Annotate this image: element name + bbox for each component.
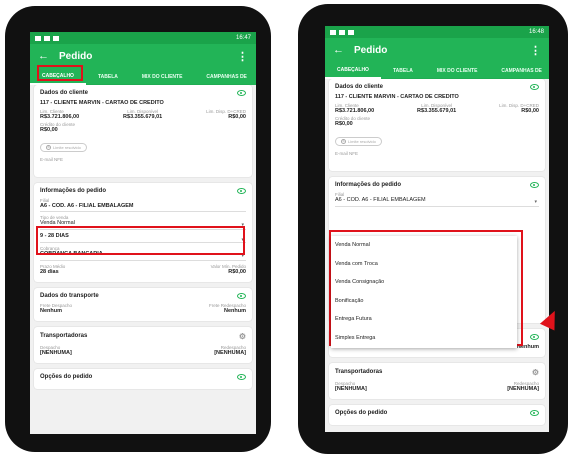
- value-credito: R$0,00: [40, 127, 58, 133]
- gear-icon[interactable]: ⚙: [532, 368, 539, 377]
- dropdown-option[interactable]: Entrega Futura: [331, 310, 517, 329]
- label-frete-redesp: Frete Redespacho: [208, 302, 246, 308]
- status-icons: [330, 29, 354, 35]
- tab-tabela[interactable]: TABELA: [381, 62, 425, 79]
- value-lim-cliente: R$3.721.806,00: [335, 108, 375, 114]
- tipo-venda-dropdown: Venda Normal Venda com Troca Venda Consi…: [331, 236, 517, 348]
- filial-field[interactable]: Filial A6 - COD. A6 - FILIAL EMBALAGEM: [40, 198, 246, 212]
- label-prazo-medio: Prazo Médio: [40, 263, 66, 269]
- tab-mix-do-cliente[interactable]: MIX DO CLIENTE: [425, 62, 490, 79]
- label-email: E-mail NFE: [40, 156, 64, 162]
- cliente-name: 117 - CLIENTE MARVIN - CARTAO DE CREDITO: [40, 100, 164, 106]
- eye-icon[interactable]: [530, 181, 539, 188]
- value-credito: R$0,00: [335, 121, 353, 127]
- value-tipo-venda: Venda Normal: [40, 219, 75, 226]
- limite-pill[interactable]: $ Limite resolvido: [335, 136, 382, 146]
- value-frete-desp: Nenhum: [40, 307, 62, 314]
- tab-campanhas[interactable]: CAMPANHAS DE: [194, 68, 256, 85]
- eye-icon[interactable]: [237, 90, 246, 96]
- cliente-name: 117 - CLIENTE MARVIN - CARTAO DE CREDITO: [335, 94, 459, 100]
- gear-icon[interactable]: ⚙: [239, 332, 246, 341]
- tab-campanhas[interactable]: CAMPANHAS DE: [489, 62, 549, 79]
- overflow-menu-icon[interactable]: ⋮: [530, 44, 541, 57]
- dropdown-caret-icon: ▾: [534, 198, 537, 205]
- card-title: Informações do pedido: [335, 181, 402, 188]
- value-prazo-medio: 28 dias: [40, 268, 59, 275]
- card-title: Informações do pedido: [40, 187, 107, 194]
- card-title: Opções do pedido: [335, 409, 388, 416]
- card-transportadoras: Transportadoras ⚙ Despacho [NENHUMA] Redes…: [34, 326, 252, 363]
- card-opcoes: Opções do pedido: [329, 404, 545, 425]
- filial-field[interactable]: Filial A6 - COD. A6 - FILIAL EMBALAGEM ▾: [335, 192, 539, 207]
- tab-mix-do-cliente[interactable]: MIX DO CLIENTE: [130, 68, 195, 85]
- screen-right: 16:48 ← Pedido ⋮ CABEÇALHO TABELA MIX DO…: [325, 26, 549, 432]
- app-bar: ← Pedido ⋮: [325, 38, 549, 62]
- eye-icon[interactable]: [237, 373, 246, 380]
- pill-label: Limite resolvido: [53, 144, 81, 150]
- value-lim-disp: R$3.355.679,01: [417, 108, 457, 114]
- status-bar: 16:48: [325, 26, 549, 38]
- eye-icon[interactable]: [237, 292, 246, 299]
- dropdown-option[interactable]: Venda Consignação: [331, 273, 517, 292]
- value-despacho: [NENHUMA]: [335, 385, 367, 392]
- dropdown-option[interactable]: Simples Entrega: [331, 329, 517, 348]
- eye-icon[interactable]: [530, 84, 539, 90]
- status-time: 16:48: [528, 29, 544, 35]
- card-opcoes: Opções do pedido: [34, 368, 252, 389]
- card-transporte: Dados do transporte Frete Despacho Nenhum…: [34, 287, 252, 321]
- value-filial: A6 - COD. A6 - FILIAL EMBALAGEM: [40, 202, 134, 208]
- dollar-icon: $: [341, 138, 346, 144]
- value-frete-redesp: Nenhum: [224, 307, 246, 314]
- card-title: Transportadoras: [40, 333, 88, 339]
- dropdown-option[interactable]: Venda com Troca: [331, 255, 517, 274]
- page-title: Pedido: [59, 50, 93, 62]
- highlight-tipo-venda: [36, 226, 245, 255]
- tab-bar: CABEÇALHO TABELA MIX DO CLIENTE CAMPANHA…: [325, 62, 549, 79]
- value-redespacho: [NENHUMA]: [214, 349, 246, 356]
- card-title: Opções do pedido: [40, 373, 93, 380]
- value-valor-min: R$0,00: [228, 268, 246, 275]
- back-arrow-icon[interactable]: ←: [38, 50, 49, 62]
- card-title: Transportadoras: [335, 369, 383, 375]
- card-title: Dados do transporte: [40, 292, 99, 299]
- highlight-tab-cabecalho: [37, 65, 83, 81]
- value-despacho: [NENHUMA]: [40, 349, 72, 356]
- card-transportadoras: Transportadoras ⚙ Despacho [NENHUMA] Redes…: [329, 362, 545, 399]
- card-title: Dados do cliente: [335, 84, 384, 90]
- value-lim-cred: R$0,00: [228, 114, 246, 120]
- status-icons: [35, 35, 59, 41]
- back-arrow-icon[interactable]: ←: [333, 44, 344, 56]
- card-dados-cliente: Dados do cliente 117 - CLIENTE MARVIN - …: [34, 85, 252, 177]
- label-frete-desp: Frete Despacho: [40, 302, 73, 308]
- value-redespacho: [NENHUMA]: [507, 385, 539, 392]
- pill-label: Limite resolvido: [348, 138, 376, 144]
- status-time: 16:47: [235, 35, 251, 41]
- eye-icon[interactable]: [530, 409, 539, 416]
- status-bar: 16:47: [30, 32, 256, 44]
- dropdown-option[interactable]: Venda Normal: [331, 236, 517, 255]
- card-dados-cliente: Dados do cliente 117 - CLIENTE MARVIN - …: [329, 79, 545, 171]
- card-title: Dados do cliente: [40, 90, 89, 96]
- phone-right: 16:48 ← Pedido ⋮ CABEÇALHO TABELA MIX DO…: [298, 4, 568, 454]
- value-lim-cliente: R$3.721.806,00: [40, 114, 80, 120]
- dropdown-option[interactable]: Bonificação: [331, 292, 517, 311]
- label-email: E-mail NFE: [335, 150, 359, 156]
- tab-cabecalho[interactable]: CABEÇALHO: [325, 62, 381, 79]
- eye-icon[interactable]: [237, 187, 246, 194]
- eye-icon[interactable]: [530, 333, 539, 340]
- value-filial: A6 - COD. A6 - FILIAL EMBALAGEM: [335, 196, 426, 203]
- limite-pill[interactable]: $ Limite resolvido: [40, 142, 87, 152]
- page-title: Pedido: [354, 44, 388, 56]
- dollar-icon: $: [46, 144, 51, 150]
- label-valor-min: Valor Mín. Pedido: [210, 263, 246, 269]
- value-lim-cred: R$0,00: [521, 108, 539, 114]
- value-lim-disp: R$3.355.679,01: [123, 114, 163, 120]
- tab-tabela[interactable]: TABELA: [86, 68, 130, 85]
- overflow-menu-icon[interactable]: ⋮: [237, 50, 248, 63]
